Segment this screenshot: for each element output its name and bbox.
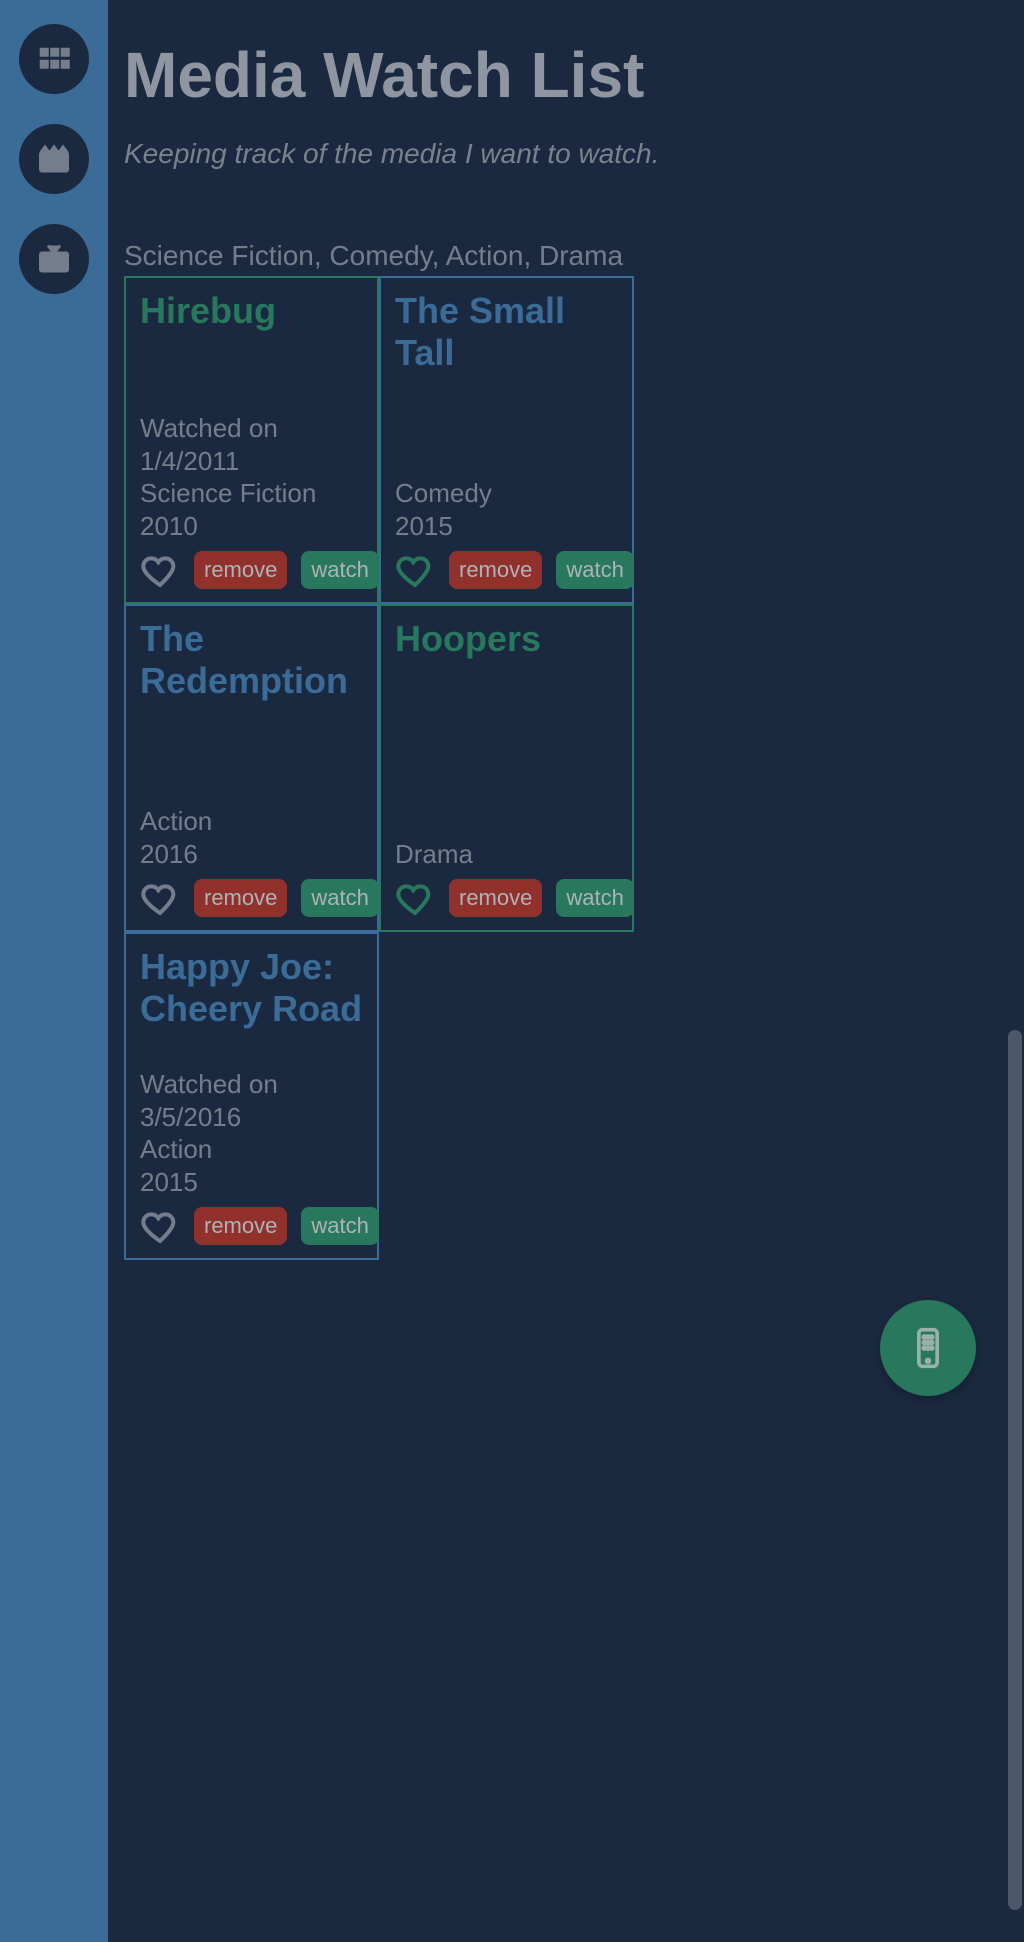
- media-card-title: Hoopers: [395, 618, 618, 659]
- phone-icon: [906, 1326, 950, 1370]
- media-card-actions: removewatch: [395, 878, 618, 918]
- heart-icon: [395, 878, 435, 918]
- sidebar-tv-button[interactable]: [19, 224, 89, 294]
- media-card-title: Happy Joe: Cheery Road: [140, 946, 363, 1029]
- heart-icon: [140, 550, 180, 590]
- media-card: Happy Joe: Cheery Road Watched on 3/5/201…: [124, 932, 379, 1260]
- tv-icon: [36, 241, 72, 277]
- media-card-actions: removewatch: [140, 1206, 363, 1246]
- scrollbar[interactable]: [1008, 1030, 1022, 1910]
- media-card-title: The Small Tall: [395, 290, 618, 373]
- watch-button[interactable]: watch: [556, 879, 633, 917]
- media-card-meta: Watched on 1/4/2011Science Fiction2010: [140, 412, 363, 542]
- main-content: Media Watch List Keeping track of the me…: [108, 0, 1024, 1460]
- heart-icon: [140, 878, 180, 918]
- heart-icon: [140, 1206, 180, 1246]
- sidebar-grid-button[interactable]: [19, 24, 89, 94]
- media-grid: Hirebug Watched on 1/4/2011Science Fictio…: [124, 276, 1008, 1260]
- media-card-title: The Redemption: [140, 618, 363, 701]
- page-title: Media Watch List: [124, 40, 1008, 110]
- genre-filter-line: Science Fiction, Comedy, Action, Drama: [124, 240, 1008, 272]
- favorite-toggle[interactable]: [140, 550, 180, 590]
- media-card-meta: Comedy2015: [395, 477, 618, 542]
- media-card-actions: removewatch: [140, 878, 363, 918]
- sidebar-movies-button[interactable]: [19, 124, 89, 194]
- favorite-toggle[interactable]: [395, 878, 435, 918]
- media-card-title: Hirebug: [140, 290, 363, 331]
- remove-button[interactable]: remove: [449, 879, 542, 917]
- media-card: HoopersDramaremovewatch: [379, 604, 634, 932]
- media-card-actions: removewatch: [395, 550, 618, 590]
- remove-button[interactable]: remove: [449, 551, 542, 589]
- media-card-meta: Drama: [395, 838, 618, 871]
- favorite-toggle[interactable]: [140, 878, 180, 918]
- media-card-meta: Action2016: [140, 805, 363, 870]
- watch-button[interactable]: watch: [556, 551, 633, 589]
- media-card: The RedemptionAction2016removewatch: [124, 604, 379, 932]
- film-icon: [36, 141, 72, 177]
- watch-button[interactable]: watch: [301, 879, 378, 917]
- media-card: The Small TallComedy2015removewatch: [379, 276, 634, 604]
- favorite-toggle[interactable]: [395, 550, 435, 590]
- watch-button[interactable]: watch: [301, 551, 378, 589]
- sidebar: [0, 0, 108, 1942]
- page-subtitle: Keeping track of the media I want to wat…: [124, 138, 1008, 170]
- remove-button[interactable]: remove: [194, 1207, 287, 1245]
- favorite-toggle[interactable]: [140, 1206, 180, 1246]
- watch-button[interactable]: watch: [301, 1207, 378, 1245]
- heart-icon: [395, 550, 435, 590]
- grid-icon: [36, 41, 72, 77]
- media-card-actions: removewatch: [140, 550, 363, 590]
- media-card: Hirebug Watched on 1/4/2011Science Fictio…: [124, 276, 379, 604]
- media-card-meta: Watched on 3/5/2016Action2015: [140, 1068, 363, 1198]
- fab-add-media[interactable]: [880, 1300, 976, 1396]
- remove-button[interactable]: remove: [194, 551, 287, 589]
- remove-button[interactable]: remove: [194, 879, 287, 917]
